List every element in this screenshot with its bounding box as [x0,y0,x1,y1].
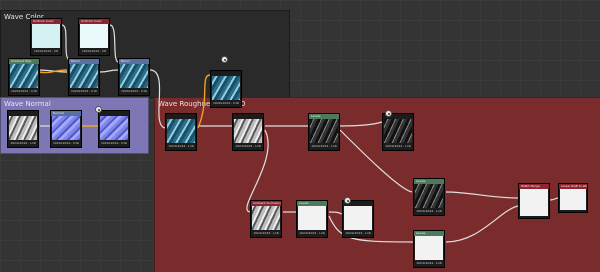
node-thumbnail [415,184,443,208]
node-ao-output[interactable]: 1024x1024 - L16 [342,200,374,238]
node-label: 1024x1024 - L16 [253,231,279,235]
node-graph-canvas[interactable]: Wave Color Wave Normal Wave Roughness an… [0,0,600,272]
node-thumbnail [9,116,37,140]
node-thumbnail [298,206,326,230]
node-thumbnail [415,236,443,260]
node-label: 1024x1024 - C16 [11,89,37,93]
node-thumbnail [520,189,548,216]
node-thumbnail [120,64,148,88]
node-label: 1024x1024 - C16 [71,89,97,93]
node-label: 1024x1024 - L16 [345,231,371,235]
node-label: 1024x1024 - L16 [168,144,194,148]
node-label: 1024x1024 - L16 [235,144,261,148]
node-linear-to-srgb[interactable]: Linear RGB to sRGB [558,183,588,213]
node-label: 1024x1024 - C16 [121,89,147,93]
node-rgba-merge[interactable]: RGBA Merge [518,183,550,219]
output-pin-icon[interactable] [344,197,351,204]
node-thumbnail [234,119,262,143]
node-label: 1024x1024 - C16 [213,101,239,105]
node-thumbnail [310,119,338,143]
node-thumbnail [70,64,98,88]
node-label: 1024x1024 - L16 [416,261,442,265]
node-thumbnail [212,76,240,100]
node-levels-1[interactable]: Levels 1024x1024 - L16 [308,113,340,151]
node-blend-2[interactable]: Blend 1024x1024 - C16 [118,58,150,96]
node-label: 1024x1024 - C16 [101,141,127,145]
output-pin-icon[interactable] [385,110,392,117]
node-levels-2[interactable]: Levels 1024x1024 - L16 [296,200,328,238]
node-uniform-color-2[interactable]: Uniform Color 1024x1024 - C8 [78,18,110,56]
node-roughness-output[interactable]: 1024x1024 - L16 [382,113,414,151]
node-ambient-occlusion[interactable]: Ambient Occlusion (HB) 1024x1024 - L16 [250,200,282,238]
node-thumbnail [80,24,108,48]
node-thumbnail [384,119,412,143]
node-label: 1024x1024 - L16 [416,209,442,213]
node-thumbnail [100,116,128,140]
node-thumbnail [10,64,38,88]
node-normal-input[interactable]: 1024x1024 - L16 [7,110,39,148]
node-color-output[interactable]: 1024x1024 - C16 [210,70,242,108]
node-thumbnail [167,119,195,143]
node-label: 1024x1024 - L16 [311,144,337,148]
node-uniform-color-1[interactable]: Uniform Color 1024x1024 - C8 [30,18,62,56]
node-label: 1024x1024 - C16 [53,141,79,145]
node-wave-source[interactable]: 1024x1024 - L16 [165,113,197,151]
node-label: 1024x1024 - L16 [385,144,411,148]
node-label: 1024x1024 - L16 [299,231,325,235]
node-gradient-map[interactable]: Gradient Map 1024x1024 - C16 [8,58,40,96]
node-thumbnail [32,24,60,48]
node-normal-output[interactable]: 1024x1024 - C16 [98,110,130,148]
node-label: 1024x1024 - C8 [33,49,59,53]
node-normal[interactable]: Normal 1024x1024 - C16 [50,110,82,148]
frame-title: Wave Normal [4,100,51,108]
node-levels-3[interactable]: Levels 1024x1024 - L16 [413,230,445,268]
node-label: 1024x1024 - L16 [10,141,36,145]
node-label: 1024x1024 - C8 [81,49,107,53]
node-thumbnail [344,206,372,230]
node-thumbnail [252,206,280,230]
node-levels-dark[interactable]: Levels 1024x1024 - L16 [413,178,445,216]
node-thumbnail [52,116,80,140]
output-pin-icon[interactable] [221,56,228,63]
output-pin-icon[interactable] [95,106,102,113]
node-thumbnail [560,189,586,210]
node-blend-1[interactable]: Blend 1024x1024 - C16 [68,58,100,96]
node-grayscale[interactable]: 1024x1024 - L16 [232,113,264,151]
